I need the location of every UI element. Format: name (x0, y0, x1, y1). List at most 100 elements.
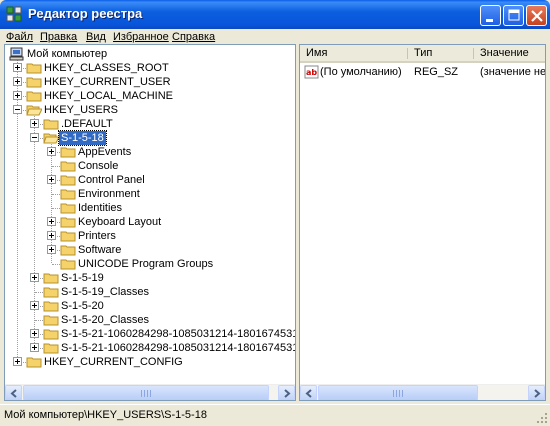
expand-icon[interactable] (13, 77, 22, 86)
value-name: (По умолчанию) (320, 66, 402, 78)
menu-favorites[interactable]: Избранное (113, 31, 169, 43)
tree-item-label: S-1-5-21-1060284298-1085031214-180167453… (61, 342, 296, 354)
column-name-header[interactable]: Имя (300, 45, 407, 61)
tree-item-label: HKEY_LOCAL_MACHINE (44, 90, 173, 102)
minimize-button[interactable] (480, 5, 501, 26)
tree-item-label: S-1-5-21-1060284298-1085031214-180167453… (61, 328, 295, 340)
tree-item-label: Control Panel (78, 174, 145, 186)
tree-item-label-selected: S-1-5-18 (58, 130, 107, 146)
tree-item-label: S-1-5-19 (61, 272, 104, 284)
column-value-header[interactable]: Значение (474, 45, 545, 61)
tree-item-label: Printers (78, 230, 116, 242)
menu-view[interactable]: Вид (86, 31, 106, 43)
tree-item-label: HKEY_CURRENT_USER (44, 76, 171, 88)
expand-icon[interactable] (30, 119, 39, 128)
arrow-right-icon (284, 389, 291, 398)
folder-icon (43, 273, 59, 284)
tree-item-label: S-1-5-20 (61, 300, 104, 312)
tree-item-label: Environment (78, 188, 140, 200)
expand-icon[interactable] (47, 231, 56, 240)
tree-item-label: S-1-5-20_Classes (61, 314, 150, 326)
value-type: REG_SZ (414, 66, 459, 78)
list-horizontal-scrollbar[interactable] (300, 384, 545, 400)
svg-text:ab: ab (306, 68, 317, 77)
folder-icon (26, 91, 42, 102)
minimize-icon (486, 19, 493, 22)
folder-icon (43, 315, 59, 326)
tree-item-label: HKEY_CURRENT_CONFIG (44, 356, 183, 368)
arrow-left-icon (305, 389, 312, 398)
computer-icon (9, 47, 24, 61)
close-button[interactable] (526, 5, 547, 26)
collapse-icon[interactable] (13, 105, 22, 114)
values-list[interactable]: Имя Тип Значение ab (По умолчанию) REG_S… (299, 44, 546, 401)
expand-icon[interactable] (13, 357, 22, 366)
open-folder-icon (26, 105, 42, 116)
scroll-left-button[interactable] (5, 385, 22, 400)
folder-icon (60, 161, 76, 172)
menu-edit[interactable]: Правка (40, 31, 77, 43)
folder-icon (60, 175, 76, 186)
folder-icon (60, 259, 76, 270)
tree-item-label: Identities (78, 202, 123, 214)
resize-grip-icon[interactable] (536, 412, 548, 424)
status-bar: Мой компьютер\HKEY_USERS\S-1-5-18 (0, 404, 550, 426)
folder-icon (26, 63, 42, 74)
list-item[interactable]: ab (По умолчанию) REG_SZ (значение не п (300, 65, 545, 79)
string-value-icon: ab (304, 65, 319, 79)
folder-icon (26, 357, 42, 368)
arrow-right-icon (534, 389, 541, 398)
folder-icon (43, 329, 59, 340)
maximize-button[interactable] (503, 5, 524, 26)
status-path: Мой компьютер\HKEY_USERS\S-1-5-18 (4, 409, 207, 421)
tree-item-label: .DEFAULT (61, 118, 113, 130)
expand-icon[interactable] (30, 301, 39, 310)
tree-item-label: AppEvents (78, 146, 132, 158)
folder-icon (43, 119, 59, 130)
expand-icon[interactable] (47, 175, 56, 184)
expand-icon[interactable] (47, 217, 56, 226)
expand-icon[interactable] (30, 343, 39, 352)
scroll-right-button[interactable] (278, 385, 295, 400)
tree-item-label: Keyboard Layout (78, 216, 162, 228)
scroll-thumb[interactable] (318, 385, 478, 400)
folder-icon (60, 189, 76, 200)
scroll-right-button[interactable] (528, 385, 545, 400)
expand-icon[interactable] (13, 63, 22, 72)
list-header: Имя Тип Значение (300, 45, 545, 63)
close-icon (531, 10, 543, 22)
folder-icon (43, 287, 59, 298)
folder-icon (60, 217, 76, 228)
tree-item-label: HKEY_USERS (44, 104, 118, 116)
expand-icon[interactable] (30, 329, 39, 338)
tree-item-label: HKEY_CLASSES_ROOT (44, 62, 169, 74)
open-folder-icon (43, 133, 59, 144)
folder-icon (26, 77, 42, 88)
folder-icon (43, 343, 59, 354)
expand-icon[interactable] (47, 245, 56, 254)
window-title: Редактор реестра (28, 6, 143, 21)
tree-item-label: UNICODE Program Groups (78, 258, 214, 270)
tree-horizontal-scrollbar[interactable] (5, 384, 295, 400)
scroll-left-button[interactable] (300, 385, 317, 400)
registry-app-icon (6, 6, 22, 22)
value-data: (значение не п (480, 66, 546, 78)
menu-help[interactable]: Справка (172, 31, 215, 43)
tree-root-label: Мой компьютер (27, 48, 108, 60)
folder-icon (60, 147, 76, 158)
menu-file[interactable]: Файл (6, 31, 33, 43)
maximize-icon (508, 9, 520, 21)
tree-item-label: Console (78, 160, 119, 172)
column-type-header[interactable]: Тип (408, 45, 473, 61)
expand-icon[interactable] (30, 273, 39, 282)
folder-icon (60, 231, 76, 242)
expand-icon[interactable] (47, 147, 56, 156)
expand-icon[interactable] (13, 91, 22, 100)
collapse-icon[interactable] (30, 133, 39, 142)
scroll-thumb[interactable] (23, 385, 269, 400)
title-bar[interactable]: Редактор реестра (0, 0, 550, 29)
tree-item-label: S-1-5-19_Classes (61, 286, 150, 298)
tree-item-label: Software (78, 244, 122, 256)
registry-tree[interactable]: Мой компьютер HKEY_CLASSES_ROOT HKEY_CUR… (4, 44, 296, 401)
folder-icon (60, 203, 76, 214)
